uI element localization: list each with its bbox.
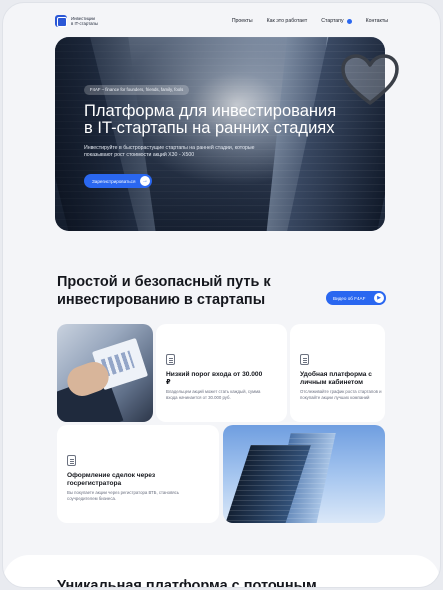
feature-text: Владельцем акций может стать каждый, сум… (166, 389, 261, 400)
hero-tagline: F4AF – finance for founders, friends, fa… (84, 85, 190, 95)
logo[interactable]: Инвестиции в IT-стартапы (55, 15, 111, 27)
play-icon: ▶ (374, 293, 384, 303)
page-frame: Инвестиции в IT-стартапы Проекты Как это… (2, 2, 441, 588)
feature-card-platform: Удобная платформа с личным кабинетом Отс… (290, 324, 385, 422)
register-button-label: Зарегистрироваться (92, 178, 136, 184)
skyscraper-photo (223, 425, 385, 523)
feature-card-low-entry: Низкий порог входа от 30.000 ₽ Владельце… (156, 324, 287, 422)
main-nav: Проекты Как это работает Стартапу Контак… (232, 18, 388, 24)
hero-banner: F4AF – finance for founders, friends, fa… (55, 37, 385, 231)
status-dot-icon (346, 18, 352, 24)
video-button[interactable]: Видео об F4AF ▶ (326, 291, 386, 305)
arrow-right-icon: → (140, 176, 150, 186)
hero-subtitle: Инвестируйте в быстрорастущие стартапы н… (84, 145, 255, 158)
feature-title: Удобная платформа с личным кабинетом (300, 371, 372, 386)
feature-card-registrar: Оформление сделок через госрегистратора … (57, 425, 219, 523)
register-button[interactable]: Зарегистрироваться → (84, 174, 152, 188)
feature-text: Отслеживайте график роста стартапов и по… (300, 389, 382, 400)
nav-startup[interactable]: Стартапу (321, 18, 352, 24)
video-button-label: Видео об F4AF (333, 295, 366, 301)
nav-how-it-works[interactable]: Как это работает (267, 18, 308, 24)
logo-icon (55, 15, 67, 27)
phone-icon (300, 354, 309, 365)
next-section-title: Уникальная платформа с поточным (57, 578, 317, 588)
nav-startup-label: Стартапу (321, 18, 344, 24)
section-title: Простой и безопасный путь к инвестирован… (57, 274, 271, 308)
feature-title: Оформление сделок через госрегистратора (67, 472, 156, 487)
document-icon (67, 455, 76, 466)
heart-icon[interactable] (339, 53, 401, 107)
hero-title: Платформа для инвестирования в IT-старта… (84, 102, 337, 137)
site-header: Инвестиции в IT-стартапы Проекты Как это… (55, 13, 388, 29)
nav-contacts[interactable]: Контакты (366, 18, 388, 24)
feature-text: Вы покупаете акции через регистратора ВТ… (67, 490, 180, 501)
nav-projects[interactable]: Проекты (232, 18, 253, 24)
wallet-icon (166, 354, 175, 365)
feature-title: Низкий порог входа от 30.000 ₽ (166, 371, 263, 386)
logo-text: Инвестиции в IT-стартапы (71, 16, 98, 26)
analytics-photo (57, 324, 153, 422)
